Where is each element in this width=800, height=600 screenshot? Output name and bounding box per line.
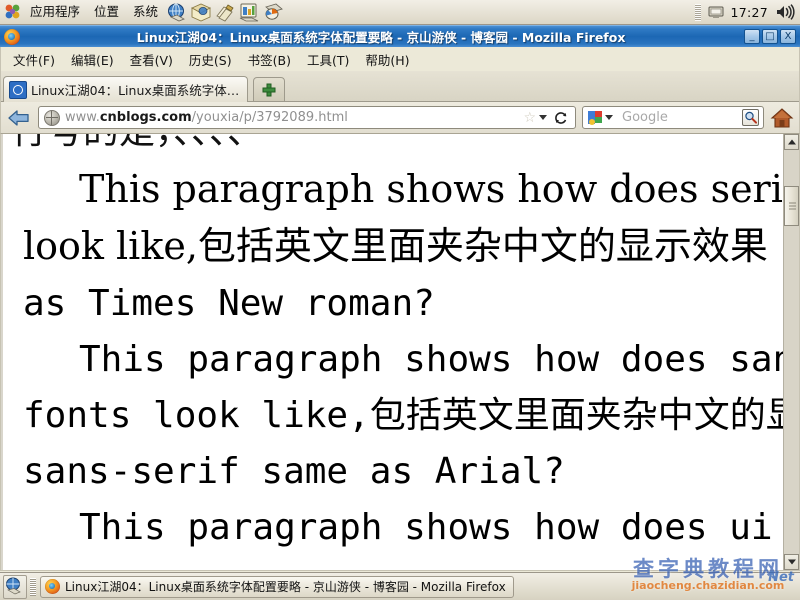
page-clipped-line: 行号的是，、、、、 bbox=[11, 134, 263, 152]
vertical-scrollbar[interactable] bbox=[783, 134, 799, 570]
window-controls: _ □ X bbox=[742, 29, 796, 44]
firefox-window: Linux江湖04：Linux桌面系统字体配置要略 - 京山游侠 - 博客园 -… bbox=[0, 25, 800, 572]
tab-favicon-icon bbox=[9, 80, 27, 99]
panel-clock[interactable]: 17:27 bbox=[730, 5, 768, 20]
show-desktop-icon[interactable] bbox=[3, 574, 27, 599]
web-page-viewport: 行号的是，、、、、 This paragraph shows how does … bbox=[1, 134, 783, 570]
search-input[interactable]: Google bbox=[622, 110, 742, 125]
home-icon[interactable] bbox=[770, 107, 794, 129]
url-prefix: www. bbox=[65, 110, 100, 125]
speaker-icon[interactable] bbox=[775, 4, 795, 20]
globe-icon bbox=[44, 109, 60, 126]
tab-label: Linux江湖04：Linux桌面系统字体… bbox=[31, 83, 240, 98]
url-bar[interactable]: www.cnblogs.com/youxia/p/3792089.html ☆ bbox=[38, 106, 576, 129]
menu-history[interactable]: 历史(S) bbox=[181, 47, 240, 72]
close-button[interactable]: X bbox=[780, 29, 796, 44]
spreadsheet-icon[interactable] bbox=[238, 2, 260, 22]
maximize-button[interactable]: □ bbox=[762, 29, 778, 44]
taskbar-window-label: Linux江湖04：Linux桌面系统字体配置要略 - 京山游侠 - 博客园 -… bbox=[65, 580, 506, 594]
taskbar-grip-handle[interactable] bbox=[30, 577, 36, 596]
new-tab-button[interactable] bbox=[253, 77, 286, 102]
browser-menubar: 文件(F) 编辑(E) 查看(V) 历史(S) 书签(B) 工具(T) 帮助(H… bbox=[0, 47, 800, 71]
reload-icon[interactable] bbox=[553, 110, 569, 126]
panel-menu-system[interactable]: 系统 bbox=[126, 2, 165, 22]
text-editor-icon[interactable] bbox=[214, 2, 236, 22]
page-line-5: fonts look like,包括英文里面夹杂中文的显示 bbox=[23, 395, 783, 436]
page-line-6: sans-serif same as Arial? bbox=[23, 451, 565, 492]
menu-file[interactable]: 文件(F) bbox=[5, 47, 63, 72]
scrollbar-thumb-grip bbox=[789, 202, 796, 210]
url-text: www.cnblogs.com/youxia/p/3792089.html bbox=[65, 110, 519, 125]
page-line-4: This paragraph shows how does sans-ser bbox=[79, 339, 783, 380]
gnome-bottom-panel: Linux江湖04：Linux桌面系统字体配置要略 - 京山游侠 - 博客园 -… bbox=[0, 572, 800, 600]
scroll-down-arrow-icon[interactable] bbox=[784, 554, 799, 570]
window-titlebar[interactable]: Linux江湖04：Linux桌面系统字体配置要略 - 京山游侠 - 博客园 -… bbox=[0, 25, 800, 47]
taskbar-window-button[interactable]: Linux江湖04：Linux桌面系统字体配置要略 - 京山游侠 - 博客园 -… bbox=[40, 575, 514, 598]
tab-active[interactable]: Linux江湖04：Linux桌面系统字体… bbox=[3, 76, 249, 102]
plus-icon bbox=[262, 83, 276, 97]
search-engine-chevron-icon[interactable] bbox=[605, 115, 613, 120]
panel-menu-applications[interactable]: 应用程序 bbox=[23, 2, 87, 22]
desktop-screen: 应用程序 位置 系统 17:27 Linux江湖04：Linux桌面系统字体配置… bbox=[0, 0, 800, 600]
scrollbar-thumb[interactable] bbox=[784, 186, 799, 226]
menu-edit[interactable]: 编辑(E) bbox=[63, 47, 122, 72]
chevron-down-icon[interactable] bbox=[539, 115, 547, 120]
url-domain: cnblogs.com bbox=[99, 110, 192, 125]
presentation-icon[interactable] bbox=[262, 2, 284, 22]
browser-navbar: www.cnblogs.com/youxia/p/3792089.html ☆ bbox=[0, 102, 800, 134]
scroll-up-arrow-icon[interactable] bbox=[784, 134, 799, 150]
browser-content-area: 行号的是，、、、、 This paragraph shows how does … bbox=[0, 134, 800, 571]
browser-tabbar: Linux江湖04：Linux桌面系统字体… bbox=[0, 71, 800, 102]
menu-help[interactable]: 帮助(H) bbox=[357, 47, 417, 72]
page-line-2: look like,包括英文里面夹杂中文的显示效果 bbox=[23, 224, 768, 268]
google-icon[interactable] bbox=[587, 109, 603, 126]
page-line-1: This paragraph shows how does serif eng bbox=[79, 167, 783, 211]
menu-bookmarks[interactable]: 书签(B) bbox=[240, 47, 299, 72]
gnome-top-panel: 应用程序 位置 系统 17:27 bbox=[0, 0, 800, 25]
display-icon[interactable] bbox=[707, 4, 725, 20]
web-browser-icon[interactable] bbox=[166, 2, 188, 22]
page-line-7: This paragraph shows how does ui fonts bbox=[79, 507, 783, 548]
search-bar[interactable]: Google bbox=[582, 106, 764, 129]
panel-status-area: 17:27 bbox=[695, 3, 795, 21]
url-path: /youxia/p/3792089.html bbox=[191, 110, 348, 125]
menu-view[interactable]: 查看(V) bbox=[122, 47, 181, 72]
menu-tools[interactable]: 工具(T) bbox=[299, 47, 357, 72]
email-client-icon[interactable] bbox=[190, 2, 212, 22]
page-line-3: as Times New roman? bbox=[23, 283, 435, 324]
firefox-icon[interactable] bbox=[4, 28, 20, 45]
panel-menu-places[interactable]: 位置 bbox=[87, 2, 126, 22]
panel-grip-handle[interactable] bbox=[695, 3, 702, 21]
url-bar-actions: ☆ bbox=[519, 110, 572, 126]
back-arrow-icon[interactable] bbox=[6, 106, 32, 130]
star-icon[interactable]: ☆ bbox=[523, 111, 536, 125]
minimize-button[interactable]: _ bbox=[744, 29, 760, 44]
gnome-foot-icon bbox=[4, 3, 22, 21]
window-title: Linux江湖04：Linux桌面系统字体配置要略 - 京山游侠 - 博客园 -… bbox=[136, 30, 626, 45]
firefox-icon bbox=[45, 579, 60, 594]
search-icon[interactable] bbox=[742, 109, 759, 126]
